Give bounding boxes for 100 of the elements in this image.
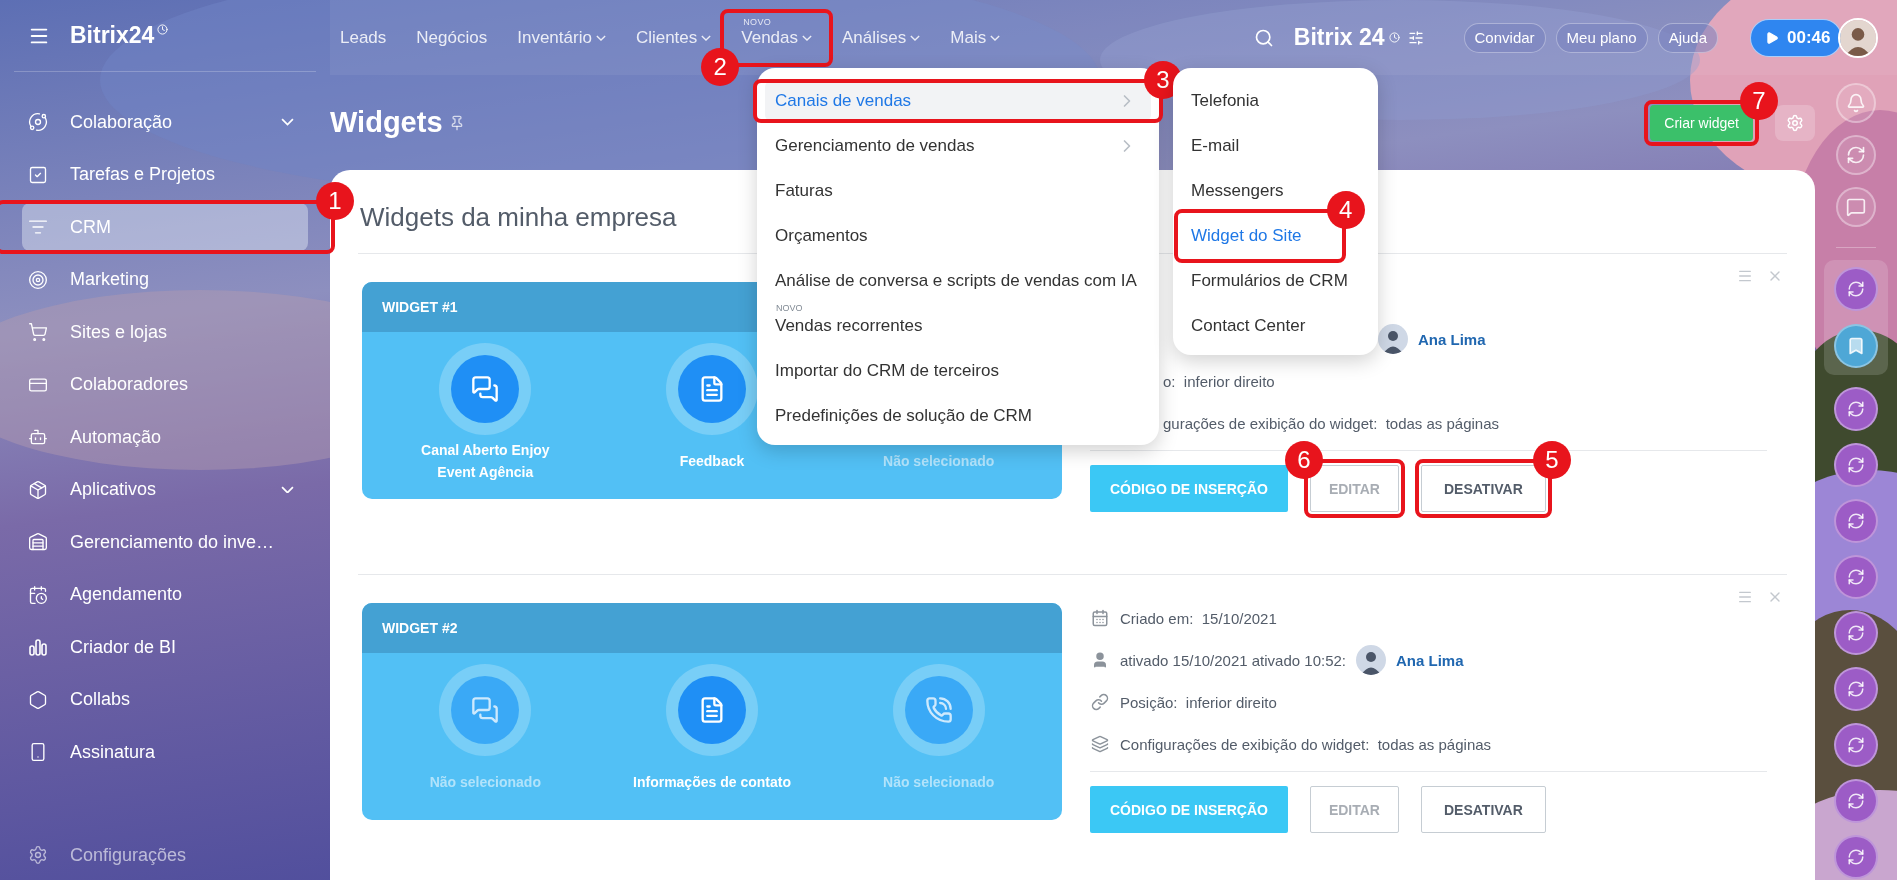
chevron-icon [990, 34, 1001, 41]
swirl-icon [1847, 280, 1865, 298]
chat-icon [471, 696, 500, 724]
rail-button[interactable] [1836, 83, 1876, 123]
drag-handle-icon[interactable] [1737, 589, 1753, 605]
info-text: gurações de exibição do widget: todas as páginas [1163, 414, 1500, 432]
sidebar-item[interactable]: Marketing [22, 255, 308, 304]
menu-item[interactable]: E-mail [1181, 126, 1248, 166]
sidebar-item[interactable]: Assinatura [22, 728, 308, 776]
settings-button[interactable] [1775, 104, 1815, 141]
header-button[interactable]: Ajuda [1657, 22, 1718, 53]
calendar-icon [1091, 609, 1109, 627]
header-button[interactable]: Convidar [1463, 22, 1546, 53]
user-link[interactable]: Ana Lima [1418, 330, 1486, 348]
rail-button[interactable] [1836, 187, 1876, 227]
avatar[interactable] [1838, 17, 1878, 58]
menu-item[interactable]: Orçamentos [765, 216, 1151, 256]
swirl-icon [1847, 624, 1865, 642]
sidebar-item[interactable]: Criador de BI [22, 623, 308, 671]
nav-item[interactable]: Mais [950, 17, 1001, 58]
cart-icon [28, 322, 48, 342]
sidebar-item[interactable]: Configurações [22, 831, 308, 879]
chevron-icon [281, 118, 294, 126]
sidebar-item[interactable]: CRM [22, 203, 308, 251]
nav-item[interactable]: NOVO Vendas [741, 17, 813, 58]
calendar-icon [28, 584, 48, 605]
action-button[interactable]: DESATIVAR [1421, 786, 1546, 833]
action-button[interactable]: EDITAR [1309, 786, 1399, 833]
new-tag: NOVO [776, 303, 803, 313]
page-title: Widgets [330, 106, 443, 139]
hexagon-icon [28, 689, 48, 710]
chevron-icon [802, 34, 813, 41]
chevron-icon [910, 34, 921, 41]
channel-label: Não selecionado [883, 452, 995, 471]
swirl-icon [1847, 792, 1865, 810]
settings-icon [28, 845, 48, 865]
sidebar-item[interactable]: Collabs [22, 675, 308, 724]
sidebar-item[interactable]: Agendamento [22, 570, 308, 619]
orbit-icon [28, 112, 48, 132]
menu-item[interactable]: Messengers [1181, 171, 1292, 211]
user-icon [1091, 651, 1109, 669]
action-button[interactable]: DESATIVAR [1421, 465, 1546, 512]
nav-item[interactable]: Análises [842, 17, 921, 58]
target-icon [28, 269, 48, 290]
logo: Bitrix 24 [1293, 24, 1385, 51]
swirl-icon [1847, 456, 1865, 474]
menu-item[interactable]: Canais de vendas [765, 81, 1151, 121]
rail-button[interactable] [1836, 135, 1876, 175]
bar-chart-icon [28, 637, 48, 657]
menu-item[interactable]: Importar do CRM de terceiros [765, 351, 1151, 391]
logo: Bitrix24 [70, 22, 155, 49]
info-text: ativado 15/10/2021 ativado 10:52: [1120, 651, 1347, 669]
sidebar-item[interactable]: Aplicativos [22, 465, 308, 514]
menu-item[interactable]: Faturas [765, 171, 1151, 211]
menu-item[interactable]: Widget do Site [1181, 216, 1310, 256]
sidebar-item[interactable]: Gerenciamento do inve… [22, 518, 308, 566]
channel-label: Não selecionado [883, 773, 995, 792]
menu-item[interactable]: Análise de conversa e scripts de vendas com IA [765, 261, 1151, 301]
swirl-icon [1847, 512, 1865, 530]
header-button[interactable]: Meu plano [1555, 22, 1648, 53]
sidebar-item[interactable]: Automação [22, 413, 308, 461]
sidebar-item[interactable]: Tarefas e Projetos [22, 150, 308, 199]
clock-icon [1388, 32, 1400, 43]
user-avatar [1356, 645, 1387, 675]
channel-label: Informações de contato [633, 773, 791, 792]
menu-item[interactable]: Telefonia [1181, 81, 1268, 121]
clock-icon [157, 24, 169, 35]
chevron-icon [281, 485, 294, 494]
chat-icon [471, 375, 500, 403]
drag-handle-icon[interactable] [1737, 268, 1753, 284]
chevron-icon [595, 34, 606, 41]
action-button[interactable]: EDITAR [1309, 465, 1399, 512]
channel-label: Não selecionado [429, 773, 541, 792]
link-icon [1091, 693, 1109, 711]
info-text: Criado em: 15/10/2021 [1120, 609, 1277, 627]
menu-item[interactable]: Contact Center [1181, 306, 1314, 346]
sliders-icon[interactable] [1407, 29, 1424, 46]
info-text: Posição: inferior direito [1120, 693, 1277, 711]
nav-item[interactable]: Negócios [416, 17, 488, 58]
sidebar-item[interactable]: Sites e lojas [22, 308, 308, 356]
create-widget-button[interactable]: Criar widget [1650, 104, 1753, 141]
menu-item[interactable]: Formulários de CRM [1181, 261, 1356, 301]
nav-item[interactable]: Inventário [517, 17, 606, 58]
sidebar-item[interactable]: Colaboradores [22, 360, 308, 409]
menu-item[interactable]: Gerenciamento de vendas [765, 126, 1151, 166]
menu-item[interactable]: NOVO Vendas recorrentes [765, 306, 1151, 346]
step-number: 6 [1284, 441, 1323, 479]
step-number: 5 [1532, 441, 1571, 479]
nav-item[interactable]: Leads [340, 17, 387, 58]
play-icon [1765, 30, 1779, 45]
bell-icon [1846, 93, 1866, 113]
bookmark-icon [1846, 336, 1866, 356]
swirl-icon [1847, 848, 1865, 866]
search-icon[interactable] [1253, 27, 1274, 48]
warehouse-icon [28, 532, 48, 552]
user-link[interactable]: Ana Lima [1396, 651, 1464, 669]
sidebar-item[interactable]: Colaboração [22, 98, 308, 146]
menu-item[interactable]: Predefinições de solução de CRM [765, 396, 1151, 436]
chevron-icon [701, 34, 712, 41]
widget-header: WIDGET #1 [382, 299, 458, 315]
